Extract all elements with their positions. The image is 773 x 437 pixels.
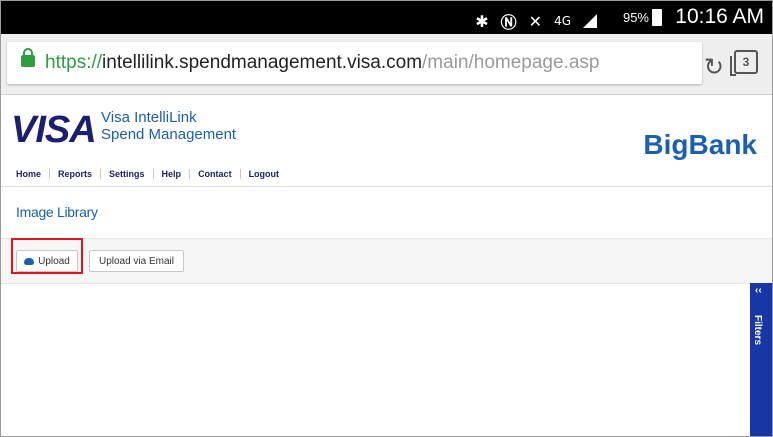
- nav-item-reports[interactable]: Reports: [50, 169, 102, 179]
- nav-item-settings[interactable]: Settings: [101, 169, 154, 179]
- url-text[interactable]: https://intellilink.spendmanagement.visa…: [45, 52, 599, 74]
- nav-item-help[interactable]: Help: [154, 169, 191, 179]
- battery-status: 95%: [623, 9, 662, 26]
- reload-icon[interactable]: ↻: [704, 53, 724, 81]
- upload-via-email-button[interactable]: Upload via Email: [89, 250, 184, 272]
- url-host: intellilink.spendmanagement.visa.com: [102, 52, 423, 73]
- visa-logo: VISA: [11, 109, 97, 151]
- bluetooth-icon: ✱: [475, 11, 489, 31]
- address-bar[interactable]: https://intellilink.spendmanagement.visa…: [7, 42, 702, 84]
- web-page: VISA Visa IntelliLink Spend Management B…: [1, 95, 772, 436]
- signal-icon: [583, 14, 597, 28]
- lte-icon: 4G: [554, 14, 571, 28]
- url-scheme: https://: [45, 52, 103, 73]
- upload-via-email-label: Upload via Email: [98, 255, 175, 267]
- filters-label: Filters: [752, 315, 763, 346]
- product-title-line1: Visa IntelliLink: [101, 109, 197, 126]
- lock-icon: [21, 48, 35, 67]
- browser-toolbar: https://intellilink.spendmanagement.visa…: [1, 34, 772, 95]
- divider: [1, 186, 772, 187]
- double-chevron-left-icon: ‹‹: [755, 285, 762, 296]
- clock: 10:16 AM: [675, 5, 764, 28]
- mute-icon: ✕: [528, 11, 543, 31]
- nfc-icon: Ⓝ: [500, 13, 517, 32]
- page-title: Image Library: [16, 204, 98, 220]
- nav-item-home[interactable]: Home: [16, 169, 51, 179]
- status-icons: ✱ Ⓝ ✕ 4G: [475, 9, 597, 33]
- filters-panel-tab[interactable]: ‹‹ Filters: [750, 283, 772, 436]
- product-title-line2: Spend Management: [101, 126, 237, 143]
- product-title: Visa IntelliLink Spend Management: [101, 109, 236, 143]
- action-toolbar: Upload Upload via Email: [1, 238, 772, 284]
- tab-switcher-button[interactable]: 3: [730, 50, 758, 76]
- main-nav: Home Reports Settings Help Contact Logou…: [16, 169, 287, 179]
- screen: ✱ Ⓝ ✕ 4G 95% 10:16 AM https://intellilin…: [0, 0, 773, 437]
- status-bar: ✱ Ⓝ ✕ 4G 95% 10:16 AM: [1, 1, 772, 34]
- nav-item-contact[interactable]: Contact: [190, 169, 241, 179]
- battery-icon: [652, 9, 662, 26]
- highlight-box: [11, 238, 83, 274]
- battery-percent: 95%: [622, 10, 649, 25]
- bank-logo: BigBank: [643, 129, 757, 160]
- url-path: /main/homepage.asp: [422, 52, 600, 73]
- nav-item-logout[interactable]: Logout: [241, 169, 288, 179]
